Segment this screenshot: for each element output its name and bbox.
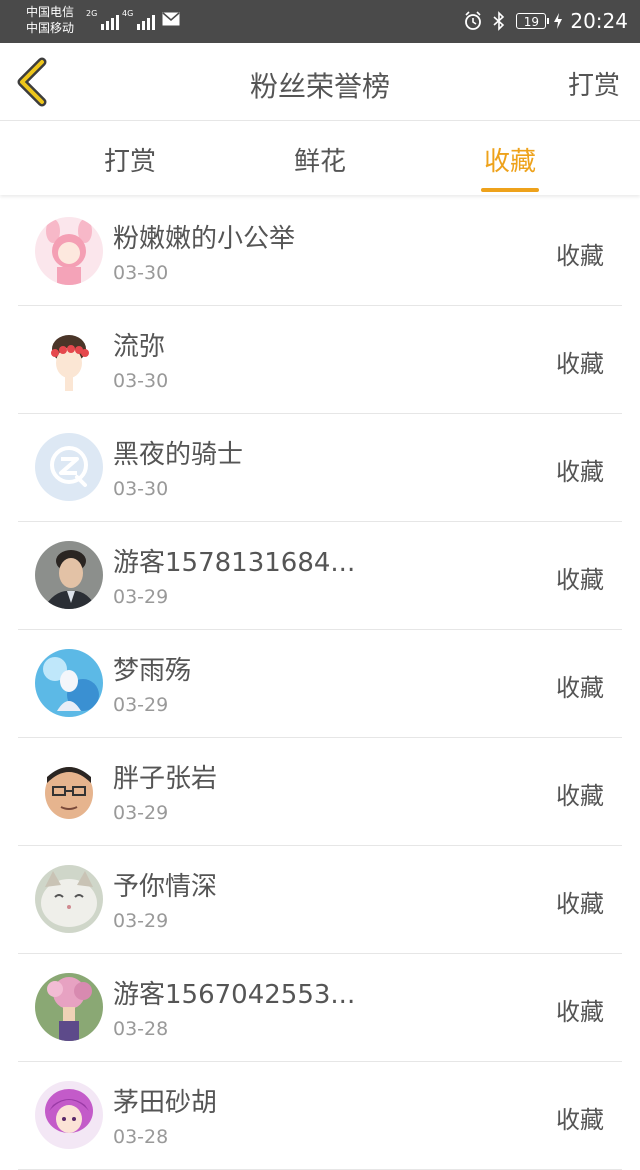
date: 03-29 <box>113 694 169 716</box>
signal-2g-icon: 2G <box>86 10 120 30</box>
date: 03-29 <box>113 802 169 824</box>
avatar <box>35 433 103 501</box>
date: 03-29 <box>113 586 169 608</box>
avatar <box>35 973 103 1041</box>
list-item[interactable]: 粉嫩嫩的小公举 03-30 收藏 <box>18 198 622 306</box>
avatar <box>35 1081 103 1149</box>
action-label: 收藏 <box>556 1106 604 1134</box>
tab-favorites[interactable]: 收藏 <box>450 141 570 192</box>
alarm-icon <box>465 11 482 30</box>
user-name: 游客1567042553... <box>113 980 356 1010</box>
signal-4g-icon: 4G <box>122 10 156 30</box>
user-name: 茅田砂胡 <box>113 1088 218 1118</box>
avatar <box>35 649 103 717</box>
action-label: 收藏 <box>556 350 604 378</box>
avatar <box>35 325 103 393</box>
user-name: 胖子张岩 <box>113 764 218 794</box>
header: 粉丝荣誉榜 打赏 <box>0 43 640 121</box>
user-name: 流弥 <box>113 332 166 362</box>
date: 03-29 <box>113 910 169 932</box>
mail-icon <box>162 12 180 26</box>
carrier-1: 中国电信 <box>26 5 75 19</box>
avatar <box>35 865 103 933</box>
date: 03-28 <box>113 1126 169 1148</box>
page-title: 粉丝荣誉榜 <box>249 70 390 103</box>
date: 03-30 <box>113 262 169 284</box>
action-label: 收藏 <box>556 458 604 486</box>
list-item[interactable]: 予你情深 03-29 收藏 <box>18 846 622 954</box>
user-name: 梦雨殇 <box>113 656 192 686</box>
status-right: 19 20:24 <box>464 8 628 34</box>
action-label: 收藏 <box>556 674 604 702</box>
charging-icon <box>554 13 563 29</box>
date: 03-30 <box>113 478 169 500</box>
clock: 20:24 <box>570 9 628 33</box>
action-label: 收藏 <box>556 998 604 1026</box>
date: 03-30 <box>113 370 169 392</box>
carrier-2: 中国移动 <box>26 21 75 35</box>
list-item[interactable]: 黑夜的骑士 03-30 收藏 <box>18 414 622 522</box>
list-item[interactable]: 游客1578131684... 03-29 收藏 <box>18 522 622 630</box>
user-name: 黑夜的骑士 <box>113 440 244 470</box>
tab-reward[interactable]: 打赏 <box>70 141 190 178</box>
reward-button[interactable]: 打赏 <box>568 65 620 102</box>
user-name: 游客1578131684... <box>113 548 356 578</box>
date: 03-28 <box>113 1018 169 1040</box>
list-item[interactable]: 茅田砂胡 03-28 收藏 <box>18 1062 622 1170</box>
list-item[interactable]: 梦雨殇 03-29 收藏 <box>18 630 622 738</box>
carrier-info: 中国电信 中国移动 <box>26 4 74 36</box>
bluetooth-icon <box>493 11 505 31</box>
status-bar: 中国电信 中国移动 2G 4G 19 20:24 <box>0 0 640 43</box>
avatar <box>35 541 103 609</box>
user-name: 予你情深 <box>113 872 218 902</box>
list-item[interactable]: 胖子张岩 03-29 收藏 <box>18 738 622 846</box>
fan-list: 粉嫩嫩的小公举 03-30 收藏 流弥 03-30 收藏 黑夜的骑士 03-30… <box>0 198 640 1170</box>
tab-flowers[interactable]: 鲜花 <box>260 141 380 178</box>
avatar <box>35 757 103 825</box>
avatar <box>35 217 103 285</box>
action-label: 收藏 <box>556 890 604 918</box>
battery-icon: 19 <box>516 13 550 29</box>
tab-bar: 打赏 鲜花 收藏 <box>0 121 640 195</box>
action-label: 收藏 <box>556 566 604 594</box>
action-label: 收藏 <box>556 242 604 270</box>
user-name: 粉嫩嫩的小公举 <box>113 224 296 254</box>
action-label: 收藏 <box>556 782 604 810</box>
list-item[interactable]: 游客1567042553... 03-28 收藏 <box>18 954 622 1062</box>
list-item[interactable]: 流弥 03-30 收藏 <box>18 306 622 414</box>
